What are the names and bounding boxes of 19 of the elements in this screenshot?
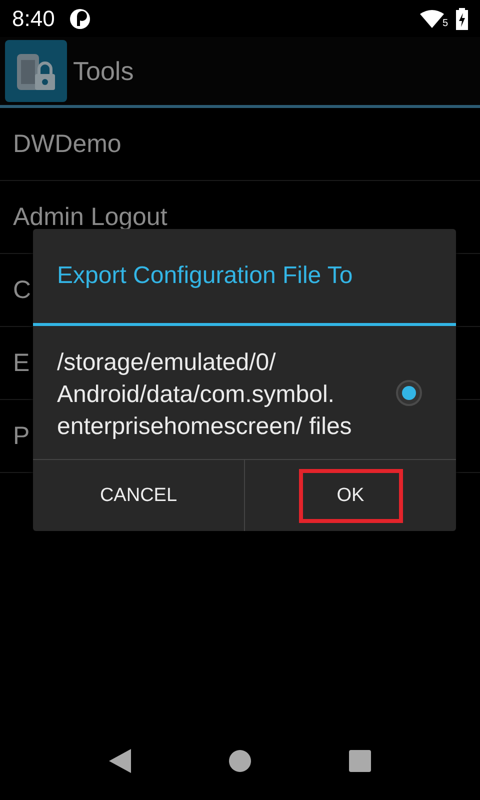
menu-item[interactable]: Admin Logout bbox=[13, 202, 168, 232]
dialog-button[interactable]: CANCEL bbox=[80, 470, 198, 520]
back-icon[interactable] bbox=[109, 749, 131, 773]
app-icon bbox=[5, 40, 67, 102]
path-option[interactable]: /storage/emulated/0/ Android/data/com.symbol. enterprisehomescreen/ files bbox=[57, 346, 357, 442]
home-icon[interactable] bbox=[229, 750, 251, 772]
radio-button[interactable] bbox=[396, 380, 422, 406]
wifi-icon bbox=[420, 10, 444, 28]
menu-item[interactable]: DWDemo bbox=[13, 130, 122, 158]
dialog-title: Export Configuration File To bbox=[57, 262, 353, 290]
wifi-level-label: 5 bbox=[442, 18, 448, 29]
clock: 8:40 bbox=[12, 6, 55, 32]
screen-title: Tools bbox=[73, 56, 134, 86]
battery-charging-icon bbox=[456, 8, 468, 30]
menu-item[interactable]: E bbox=[13, 348, 30, 378]
dialog-button[interactable]: OK bbox=[298, 468, 402, 522]
menu-item[interactable]: C bbox=[13, 276, 32, 304]
menu-item[interactable]: P bbox=[13, 422, 30, 450]
notification-icon bbox=[68, 8, 91, 30]
